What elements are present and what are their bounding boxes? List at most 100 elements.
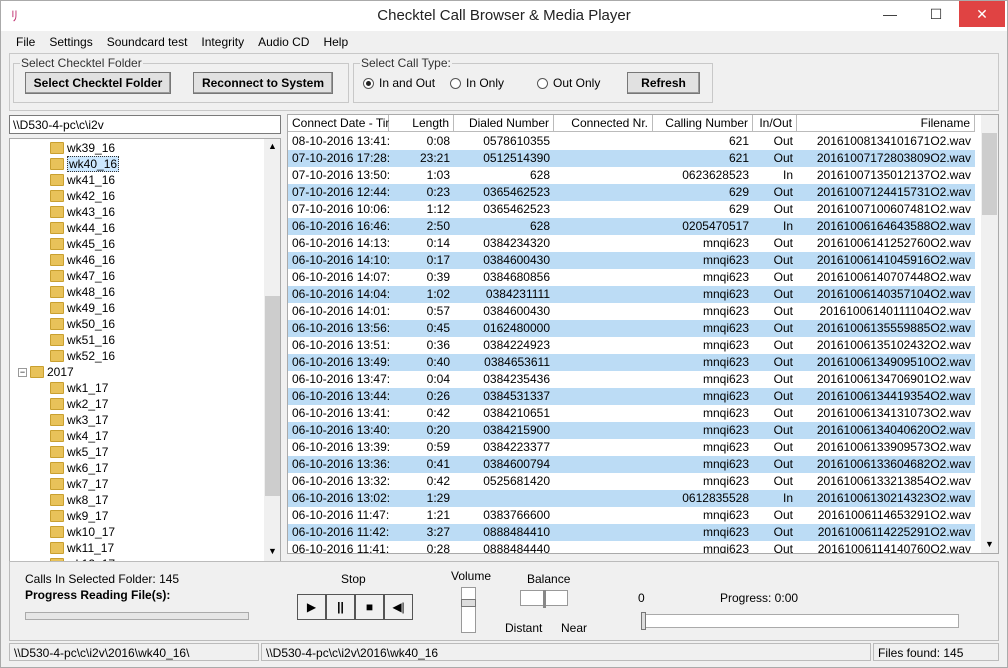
- table-row[interactable]: 07-10-2016 13:50:19 1:03 628 0623628523 In 20…: [288, 167, 975, 184]
- play-button[interactable]: ▶: [297, 594, 326, 620]
- minimize-button[interactable]: —: [867, 1, 913, 27]
- column-header-length[interactable]: Length: [389, 115, 454, 132]
- tree-item[interactable]: wk41_16: [50, 172, 115, 188]
- table-row[interactable]: 08-10-2016 13:41:27 0:08 0578610355 621 Out 2…: [288, 133, 975, 150]
- scroll-down-icon[interactable]: ▼: [264, 546, 280, 556]
- radio-in-and-out[interactable]: In and Out: [363, 76, 435, 90]
- tree-item[interactable]: wk42_16: [50, 188, 115, 204]
- scroll-up-icon[interactable]: ▲: [264, 141, 280, 151]
- tree-item[interactable]: wk3_17: [50, 412, 108, 428]
- menu-settings[interactable]: Settings: [42, 32, 99, 52]
- table-row[interactable]: 06-10-2016 13:41:39 0:42 0384210651 mnqi623…: [288, 405, 975, 422]
- rewind-button[interactable]: ◀|: [384, 594, 413, 620]
- table-row[interactable]: 06-10-2016 13:39:21 0:59 0384223377 mnqi623…: [288, 439, 975, 456]
- cell-calling-number: 629: [728, 185, 749, 199]
- menu-soundcard-test[interactable]: Soundcard test: [100, 32, 195, 52]
- cell-calling-number: mnqi623: [702, 525, 749, 539]
- menu-audio-cd[interactable]: Audio CD: [251, 32, 316, 52]
- table-row[interactable]: 06-10-2016 14:04:01 1:02 0384231111 mnqi623…: [288, 286, 975, 303]
- table-row[interactable]: 06-10-2016 13:49:29 0:40 0384653611 mnqi623…: [288, 354, 975, 371]
- tree-item[interactable]: wk49_16: [50, 300, 115, 316]
- balance-thumb[interactable]: [543, 590, 546, 608]
- column-header-dialed-number[interactable]: Dialed Number: [454, 115, 554, 132]
- tree-item[interactable]: wk43_16: [50, 204, 115, 220]
- table-scrollbar[interactable]: ▼: [981, 115, 998, 553]
- table-row[interactable]: 06-10-2016 14:13:05 0:14 0384234320 mnqi623…: [288, 235, 975, 252]
- column-header-date-time[interactable]: Connect Date - Time: [288, 115, 402, 132]
- tree-item[interactable]: wk2_17: [50, 396, 108, 412]
- tree-scroll-thumb[interactable]: [265, 296, 280, 496]
- volume-thumb[interactable]: [461, 599, 476, 607]
- table-scroll-thumb[interactable]: [982, 133, 997, 215]
- column-header-filename[interactable]: Filename: [797, 115, 975, 132]
- table-row[interactable]: 06-10-2016 13:44:32 0:26 0384531337 mnqi623…: [288, 388, 975, 405]
- tree-item[interactable]: wk39_16: [50, 140, 115, 156]
- table-row[interactable]: 06-10-2016 13:56:37 0:45 0162480000 mnqi623…: [288, 320, 975, 337]
- tree-item[interactable]: wk5_17: [50, 444, 108, 460]
- table-row[interactable]: 06-10-2016 11:47:00 1:21 0383766600 mnqi623…: [288, 507, 975, 524]
- playback-thumb[interactable]: [641, 612, 646, 630]
- stop-button[interactable]: ■: [355, 594, 384, 620]
- table-row[interactable]: 07-10-2016 17:28:22 23:21 0512514390 621 Out…: [288, 150, 975, 167]
- cell-filename: 20161006134706901O2.wav: [816, 372, 971, 386]
- menu-file[interactable]: File: [9, 32, 42, 52]
- collapse-icon[interactable]: −: [18, 367, 27, 377]
- tree-item[interactable]: wk51_16: [50, 332, 115, 348]
- refresh-button[interactable]: Refresh: [627, 72, 700, 94]
- table-row[interactable]: 06-10-2016 13:51:11 0:36 0384224923 mnqi623…: [288, 337, 975, 354]
- cell-length: 1:12: [426, 202, 450, 216]
- cell-filename: 20161008134101671O2.wav: [816, 134, 971, 148]
- maximize-button[interactable]: ☐: [913, 1, 959, 27]
- playback-progress-slider[interactable]: [641, 612, 959, 630]
- table-row[interactable]: 07-10-2016 10:06:16 1:12 0365462523 629 Out 2…: [288, 201, 975, 218]
- tree-item[interactable]: − 2017: [18, 364, 74, 380]
- cell-in-out: Out: [773, 304, 793, 318]
- tree-item[interactable]: wk45_16: [50, 236, 115, 252]
- close-button[interactable]: ✕: [959, 1, 1005, 27]
- tree-item[interactable]: wk11_17: [50, 540, 114, 556]
- menu-integrity[interactable]: Integrity: [194, 32, 251, 52]
- pause-button[interactable]: ||: [326, 594, 355, 620]
- tree-item[interactable]: wk48_16: [50, 284, 115, 300]
- tree-item[interactable]: wk1_17: [50, 380, 108, 396]
- table-row[interactable]: 06-10-2016 14:01:15 0:57 0384600430 mnqi623…: [288, 303, 975, 320]
- table-row[interactable]: 06-10-2016 11:41:49 0:28 0888484440 mnqi623…: [288, 541, 975, 553]
- tree-item[interactable]: wk10_17: [50, 524, 115, 540]
- table-row[interactable]: 06-10-2016 13:36:10 0:41 0384600794 mnqi623…: [288, 456, 975, 473]
- table-row[interactable]: 06-10-2016 14:10:55 0:17 0384600430 mnqi623…: [288, 252, 975, 269]
- column-header-connected-nr[interactable]: Connected Nr.: [554, 115, 653, 132]
- tree-item[interactable]: wk8_17: [50, 492, 108, 508]
- folder-path-input[interactable]: \\D530-4-pc\c\i2v: [9, 115, 281, 134]
- table-row[interactable]: 06-10-2016 14:07:22 0:39 0384680856 mnqi623…: [288, 269, 975, 286]
- tree-item[interactable]: wk52_16: [50, 348, 115, 364]
- tree-item[interactable]: wk47_16: [50, 268, 115, 284]
- column-header-calling-number[interactable]: Calling Number: [653, 115, 753, 132]
- volume-slider[interactable]: [461, 587, 476, 633]
- reconnect-button[interactable]: Reconnect to System: [193, 72, 333, 94]
- tree-item[interactable]: wk46_16: [50, 252, 115, 268]
- column-header-in-out[interactable]: In/Out: [753, 115, 797, 132]
- folder-tree[interactable]: ▲ ▼ wk39_16 wk40_16 wk41_16 wk42_16 wk43_16 w…: [9, 138, 281, 562]
- table-row[interactable]: 06-10-2016 13:02:22 1:29 0612835528 In 20161…: [288, 490, 975, 507]
- table-row[interactable]: 06-10-2016 13:32:19 0:42 0525681420 mnqi623…: [288, 473, 975, 490]
- table-row[interactable]: 06-10-2016 13:40:46 0:20 0384215900 mnqi623…: [288, 422, 975, 439]
- table-row[interactable]: 06-10-2016 13:47:28 0:04 0384235436 mnqi623…: [288, 371, 975, 388]
- tree-item[interactable]: wk40_16: [50, 156, 120, 172]
- menu-help[interactable]: Help: [316, 32, 355, 52]
- table-row[interactable]: 06-10-2016 16:46:50 2:50 628 0205470517 In 20…: [288, 218, 975, 235]
- tree-item[interactable]: wk50_16: [50, 316, 115, 332]
- tree-item[interactable]: wk9_17: [50, 508, 108, 524]
- tree-item[interactable]: wk6_17: [50, 460, 108, 476]
- table-row[interactable]: 07-10-2016 12:44:58 0:23 0365462523 629 Out 2…: [288, 184, 975, 201]
- tree-item[interactable]: wk7_17: [50, 476, 108, 492]
- tree-item[interactable]: wk4_17: [50, 428, 108, 444]
- tree-scrollbar[interactable]: ▲ ▼: [264, 139, 280, 561]
- table-row[interactable]: 06-10-2016 11:42:33 3:27 0888484410 mnqi623…: [288, 524, 975, 541]
- cell-filename: 20161006133909573O2.wav: [816, 440, 971, 454]
- select-folder-button[interactable]: Select Checktel Folder: [25, 72, 171, 94]
- tree-item[interactable]: wk44_16: [50, 220, 115, 236]
- radio-out-only[interactable]: Out Only: [537, 76, 600, 90]
- balance-slider[interactable]: [520, 590, 568, 608]
- radio-in-only[interactable]: In Only: [450, 76, 504, 90]
- scroll-down-icon[interactable]: ▼: [981, 539, 998, 549]
